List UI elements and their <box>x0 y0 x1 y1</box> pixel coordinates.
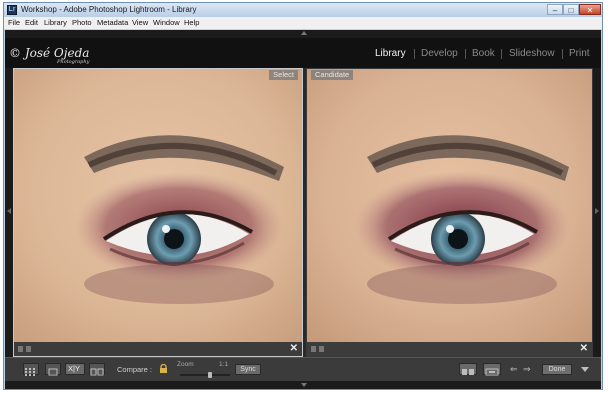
flag-reject-icon[interactable] <box>319 346 324 352</box>
compare-view: Select ✕ Candidate ✕ <box>13 68 593 357</box>
select-pane[interactable]: Select ✕ <box>13 68 303 357</box>
select-pane-footer: ✕ <box>14 342 302 356</box>
toolbar-menu-chevron-icon[interactable] <box>581 367 589 373</box>
left-panel-toggle[interactable] <box>5 68 13 357</box>
right-panel-toggle[interactable] <box>593 68 601 357</box>
flag-icon[interactable] <box>311 346 316 352</box>
lightroom-workspace: © José Ojeda Photography Library Develop… <box>5 30 601 389</box>
previous-photo-arrow-icon[interactable]: ⇐ <box>510 364 518 374</box>
candidate-pane[interactable]: Candidate ✕ <box>306 68 593 357</box>
swap-icon <box>462 369 474 375</box>
lightroom-app-icon: Lr <box>7 5 17 15</box>
collapse-up-icon[interactable] <box>301 31 307 35</box>
make-select-button[interactable] <box>483 363 501 376</box>
menu-photo[interactable]: Photo <box>72 18 92 28</box>
zoom-value: 1:1 <box>219 361 229 368</box>
module-develop[interactable]: Develop <box>421 48 458 60</box>
menu-bar: File Edit Library Photo Metadata View Wi… <box>4 17 602 30</box>
flag-reject-icon[interactable] <box>26 346 31 352</box>
candidate-pane-footer: ✕ <box>307 342 592 356</box>
module-divider <box>501 49 502 59</box>
application-window: Lr Workshop - Adobe Photoshop Lightroom … <box>3 2 603 390</box>
select-label: Select <box>269 70 298 80</box>
module-book[interactable]: Book <box>472 48 495 60</box>
window-title: Workshop - Adobe Photoshop Lightroom - L… <box>21 5 197 14</box>
identity-plate: © José Ojeda Photography Library Develop… <box>5 38 601 68</box>
loupe-view-button[interactable] <box>45 363 61 376</box>
loupe-icon <box>48 368 58 376</box>
lock-icon[interactable] <box>159 364 168 374</box>
module-print[interactable]: Print <box>569 48 590 60</box>
swap-button[interactable] <box>459 363 477 375</box>
top-panel-toggle-strip[interactable] <box>5 30 601 38</box>
done-button[interactable]: Done <box>542 364 572 375</box>
zoom-slider-handle[interactable] <box>208 372 212 378</box>
module-divider <box>414 49 415 59</box>
candidate-photo[interactable] <box>307 69 592 342</box>
compare-label: Compare : <box>117 365 153 374</box>
compare-view-button[interactable]: X|Y <box>65 363 85 375</box>
grid-icon <box>25 368 35 376</box>
module-library[interactable]: Library <box>375 48 406 60</box>
make-select-icon <box>485 368 499 376</box>
survey-icon <box>90 368 104 376</box>
module-divider <box>465 49 466 59</box>
minimize-button[interactable]: – <box>547 4 563 15</box>
eye-closeup-photo <box>307 69 592 342</box>
zoom-label: Zoom <box>177 361 194 368</box>
survey-view-button[interactable] <box>89 363 105 376</box>
eye-closeup-photo <box>14 69 302 342</box>
menu-view[interactable]: View <box>132 18 148 28</box>
compare-toolbar: X|Y Compare : Zoom 1:1 Sync ⇐ ⇒ Done <box>5 357 601 382</box>
compare-view-xy-label: X|Y <box>68 364 80 373</box>
expand-right-icon[interactable] <box>595 208 599 214</box>
expand-left-icon[interactable] <box>7 208 11 214</box>
menu-file[interactable]: File <box>8 18 20 28</box>
flag-icon[interactable] <box>18 346 23 352</box>
maximize-button[interactable]: □ <box>563 4 579 15</box>
menu-metadata[interactable]: Metadata <box>97 18 128 28</box>
module-divider <box>562 49 563 59</box>
next-photo-arrow-icon[interactable]: ⇒ <box>523 364 531 374</box>
close-button[interactable]: ✕ <box>579 4 601 15</box>
candidate-label: Candidate <box>311 70 354 80</box>
menu-window[interactable]: Window <box>153 18 180 28</box>
close-pane-icon[interactable]: ✕ <box>580 343 588 355</box>
close-pane-icon[interactable]: ✕ <box>290 343 298 355</box>
filmstrip-toggle-strip[interactable] <box>5 381 601 389</box>
menu-edit[interactable]: Edit <box>25 18 38 28</box>
module-slideshow[interactable]: Slideshow <box>509 48 555 60</box>
grid-view-button[interactable] <box>23 363 39 376</box>
identity-plate-logo: © José Ojeda <box>9 46 90 60</box>
menu-library[interactable]: Library <box>44 18 67 28</box>
sync-button[interactable]: Sync <box>235 364 261 375</box>
zoom-slider-track[interactable] <box>180 374 230 376</box>
select-photo[interactable] <box>14 69 302 342</box>
title-bar[interactable]: Lr Workshop - Adobe Photoshop Lightroom … <box>4 3 602 17</box>
identity-plate-subtitle: Photography <box>57 59 90 65</box>
expand-down-icon[interactable] <box>301 383 307 387</box>
menu-help[interactable]: Help <box>184 18 199 28</box>
